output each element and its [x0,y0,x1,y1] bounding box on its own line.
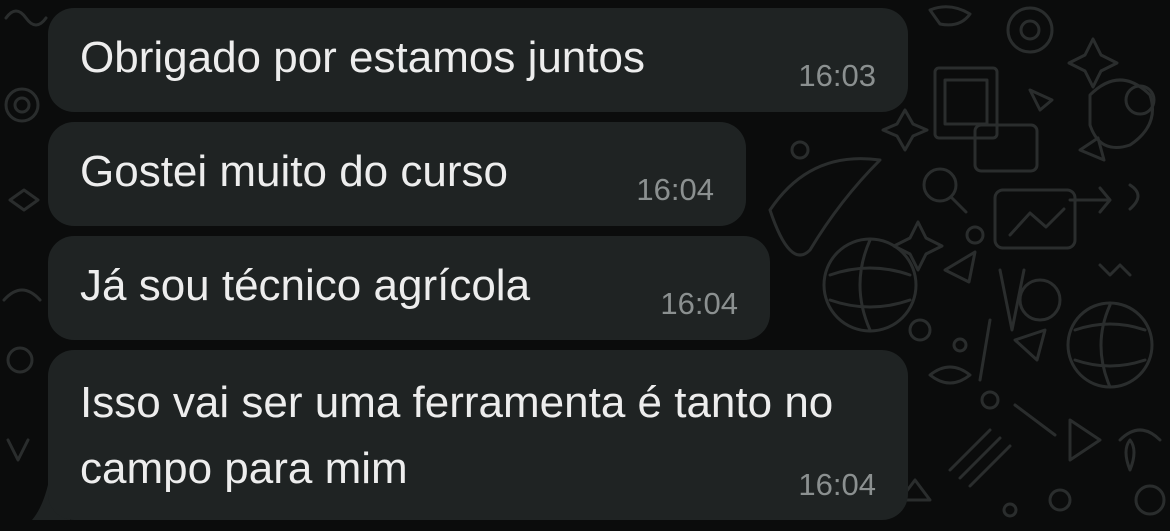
message-bubble-1[interactable]: Obrigado por estamos juntos 16:03 [48,8,908,112]
message-text: Isso vai ser uma ferramenta é tanto no c… [80,378,834,493]
message-timestamp: 16:04 [798,467,876,502]
message-timestamp: 16:04 [660,286,738,321]
message-timestamp: 16:04 [636,172,714,207]
message-bubble-2[interactable]: Gostei muito do curso 16:04 [48,122,746,226]
message-text: Já sou técnico agrícola [80,261,531,310]
message-text: Gostei muito do curso [80,147,508,196]
message-timestamp: 16:03 [798,58,876,93]
message-text: Obrigado por estamos juntos [80,33,645,82]
message-bubble-4[interactable]: Isso vai ser uma ferramenta é tanto no c… [48,350,908,520]
message-bubble-3[interactable]: Já sou técnico agrícola 16:04 [48,236,770,340]
